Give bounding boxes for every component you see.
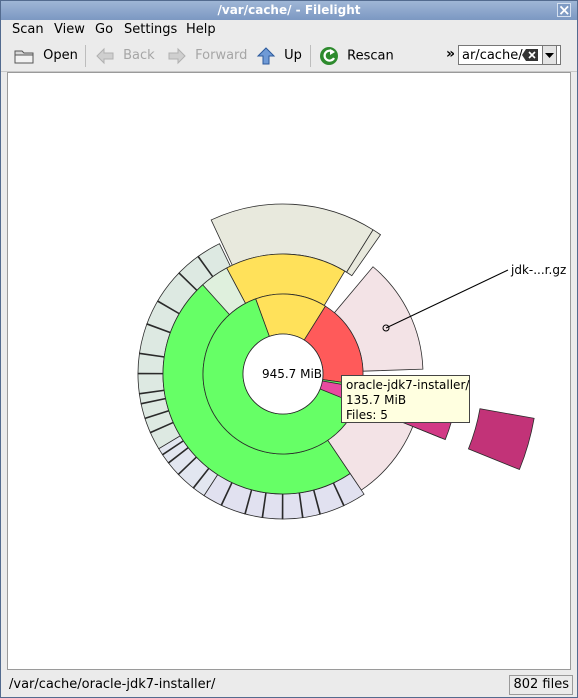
tooltip-size: 135.7 MiB [346,393,407,407]
menu-bar: Scan View Go Settings Help [1,20,577,40]
toolbar-separator [85,45,86,67]
status-path: /var/cache/oracle-jdk7-installer/ [9,677,216,692]
rescan-button[interactable]: Rescan [319,46,394,66]
segment-divider[interactable] [137,372,164,375]
radial-map[interactable]: jdk-...r.gz 945.7 MiB [8,73,570,669]
segment-label: jdk-...r.gz [510,263,566,277]
close-icon[interactable]: × [557,3,571,18]
toolbar-overflow-button[interactable]: » [446,46,455,62]
location-dropdown-button[interactable] [542,45,557,65]
arrow-right-icon [168,47,186,64]
arrow-left-icon [96,47,114,64]
clear-icon[interactable] [521,48,539,62]
forward-button[interactable]: Forward [167,46,247,66]
radial-map-canvas[interactable]: jdk-...r.gz 945.7 MiB oracle-jdk7-instal… [7,72,571,670]
file-count: 802 files [509,675,573,695]
open-button[interactable]: Open [13,46,78,66]
chevron-down-icon [545,53,554,58]
toolbar-separator [310,45,311,67]
total-size-label: 945.7 MiB [262,367,322,381]
menu-go[interactable]: Go [95,22,113,37]
segment-tooltip: oracle-jdk7-installer/ 135.7 MiB Files: … [341,375,470,423]
up-button[interactable]: Up [256,46,302,66]
refresh-icon [320,47,338,65]
rescan-label: Rescan [347,48,394,64]
menu-scan[interactable]: Scan [12,22,44,37]
title-bar[interactable]: /var/cache/ - Filelight × [1,1,577,20]
segment-selected[interactable] [467,408,535,471]
up-label: Up [284,48,302,63]
arrow-up-icon [256,46,276,64]
tooltip-name: oracle-jdk7-installer/ [346,378,470,392]
menu-settings[interactable]: Settings [124,22,177,37]
menu-view[interactable]: View [54,22,85,37]
status-bar: /var/cache/oracle-jdk7-installer/ 802 fi… [1,672,577,697]
back-button[interactable]: Back [95,46,155,66]
forward-label: Forward [195,48,248,63]
open-label: Open [43,48,78,63]
window-title: /var/cache/ - Filelight [217,3,361,17]
back-label: Back [123,48,155,63]
segment-divider[interactable] [281,493,284,520]
folder-icon [14,50,34,63]
label-leader-line [385,269,509,329]
menu-help[interactable]: Help [186,22,216,37]
tooltip-files: Files: 5 [346,408,388,422]
filelight-window: /var/cache/ - Filelight × Scan View Go S… [0,0,578,698]
